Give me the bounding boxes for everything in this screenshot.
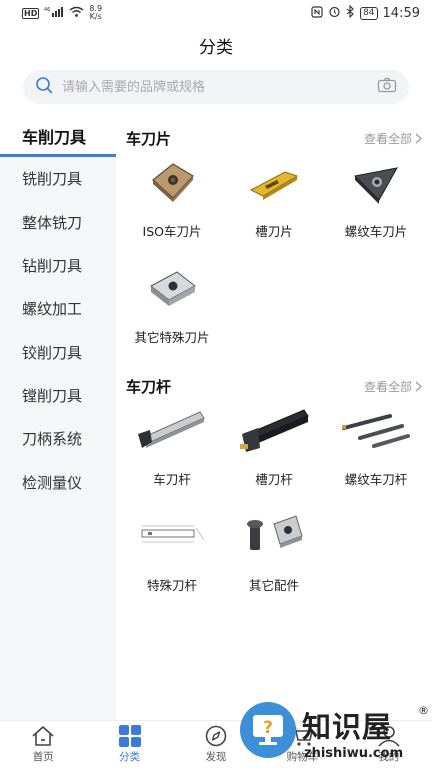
product-special-insert[interactable]: 其它特殊刀片 <box>122 260 222 346</box>
chevron-right-icon <box>415 133 422 144</box>
sidebar-item-label: 车削刀具 <box>22 127 87 147</box>
category-sidebar: 车削刀具 铣削刀具 整体铣刀 钻削刀具 螺纹加工 铰削刀具 镗削刀具 刀柄系统 … <box>0 114 116 720</box>
product-label: 车刀杆 <box>153 472 191 487</box>
section-header-toolholders: 车刀杆 查看全部 <box>126 376 422 397</box>
iso-insert-image <box>132 154 212 210</box>
search-input[interactable] <box>53 79 377 95</box>
section-title: 车刀杆 <box>126 378 172 396</box>
sidebar-item-label: 铣削刀具 <box>22 170 83 189</box>
compass-icon <box>205 725 227 747</box>
product-label: 其它配件 <box>248 578 299 593</box>
product-label: 其它特殊刀片 <box>134 330 210 345</box>
category-content: 车刀片 查看全部 ISO车刀片 槽刀片 螺纹车刀片 其它特殊刀片 车刀杆 查看全… <box>116 114 432 720</box>
groove-insert-image <box>234 154 314 210</box>
bluetooth-icon <box>346 4 355 21</box>
special-holder-drawing-image <box>132 508 212 564</box>
sidebar-item-tool-holders[interactable]: 刀柄系统 <box>0 417 116 460</box>
chevron-right-icon <box>415 381 422 392</box>
cell-signal-icon: 46 <box>44 6 64 20</box>
svg-text:46: 46 <box>44 7 50 13</box>
sidebar-item-boring-tools[interactable]: 镗削刀具 <box>0 374 116 417</box>
sidebar-item-label: 铰削刀具 <box>22 343 83 362</box>
product-thread-holder[interactable]: 螺纹车刀杆 <box>326 402 426 488</box>
view-all-link[interactable]: 查看全部 <box>364 378 422 395</box>
tab-home[interactable]: 首页 <box>0 721 86 768</box>
page-title: 分类 <box>199 38 233 58</box>
camera-icon[interactable] <box>377 77 397 97</box>
sidebar-item-label: 整体铣刀 <box>22 213 83 232</box>
product-label: 特殊刀杆 <box>146 578 197 593</box>
accessories-image <box>234 508 314 564</box>
groove-holder-image <box>234 402 314 458</box>
tab-category[interactable]: 分类 <box>86 721 172 768</box>
watermark-logo-icon: ? <box>240 702 296 758</box>
hd-badge: HD <box>22 7 40 19</box>
sidebar-item-label: 刀柄系统 <box>22 430 83 449</box>
thread-holder-image <box>336 402 416 458</box>
search-bar[interactable] <box>23 70 409 104</box>
product-label: 螺纹车刀杆 <box>344 472 408 487</box>
watermark-title: 知识屋 <box>302 710 393 744</box>
watermark-registered-mark: ® <box>418 704 429 717</box>
category-grid-icon <box>118 725 141 747</box>
alarm-icon <box>328 5 341 21</box>
sidebar-item-measuring[interactable]: 检测量仪 <box>0 460 116 503</box>
sidebar-item-solid-end-mills[interactable]: 整体铣刀 <box>0 201 116 244</box>
tab-label: 发现 <box>205 751 227 763</box>
special-insert-image <box>132 260 212 316</box>
tab-label: 分类 <box>119 751 141 763</box>
sidebar-item-drilling-tools[interactable]: 钻削刀具 <box>0 244 116 287</box>
thread-insert-image <box>336 154 416 210</box>
turning-holder-image <box>132 402 212 458</box>
home-icon <box>32 726 54 746</box>
section-header-inserts: 车刀片 查看全部 <box>126 128 422 149</box>
battery-indicator: 84 <box>360 6 378 20</box>
product-special-holder[interactable]: 特殊刀杆 <box>122 508 222 594</box>
status-bar: HD 46 8.9 K/s 84 14:59 <box>0 0 432 26</box>
product-thread-insert[interactable]: 螺纹车刀片 <box>326 154 426 240</box>
svg-text:?: ? <box>263 718 273 738</box>
product-iso-insert[interactable]: ISO车刀片 <box>122 154 222 240</box>
tab-label: 首页 <box>32 751 54 763</box>
product-label: 螺纹车刀片 <box>344 224 408 239</box>
section-title: 车刀片 <box>126 130 172 148</box>
watermark-url: zhishiwu.com <box>304 746 404 761</box>
sidebar-item-label: 镗削刀具 <box>22 386 83 405</box>
sidebar-item-threading[interactable]: 螺纹加工 <box>0 287 116 330</box>
wifi-icon <box>69 6 84 20</box>
product-turning-holder[interactable]: 车刀杆 <box>122 402 222 488</box>
nfc-icon <box>311 5 323 21</box>
sidebar-item-label: 螺纹加工 <box>22 300 83 319</box>
product-groove-insert[interactable]: 槽刀片 <box>224 154 324 240</box>
sidebar-item-label: 检测量仪 <box>22 473 83 492</box>
product-label: ISO车刀片 <box>142 224 202 239</box>
product-label: 槽刀片 <box>255 224 293 239</box>
sidebar-item-label: 钻削刀具 <box>22 257 83 276</box>
sidebar-item-reaming-tools[interactable]: 铰削刀具 <box>0 330 116 373</box>
network-speed: 8.9 K/s <box>89 4 103 21</box>
sidebar-item-milling-tools[interactable]: 铣削刀具 <box>0 157 116 200</box>
sidebar-item-turning-tools[interactable]: 车削刀具 <box>0 114 116 158</box>
product-groove-holder[interactable]: 槽刀杆 <box>224 402 324 488</box>
view-all-link[interactable]: 查看全部 <box>364 130 422 147</box>
product-accessories[interactable]: 其它配件 <box>224 508 324 594</box>
search-icon <box>35 76 53 98</box>
product-label: 槽刀杆 <box>255 472 293 487</box>
clock: 14:59 <box>382 5 420 21</box>
